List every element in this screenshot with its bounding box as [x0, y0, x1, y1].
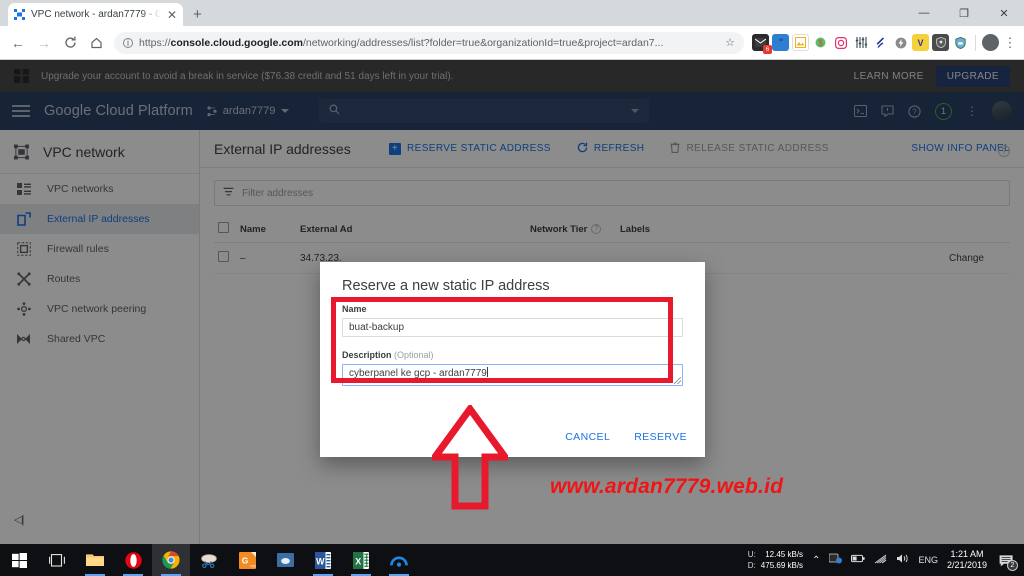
taskbar-icons: GPDF W X [0, 544, 418, 576]
svg-text:X: X [355, 556, 361, 566]
upload-label: U: [747, 550, 756, 559]
browser-window: VPC network - ardan7779 - Goog ✕ + — ❐ ✕… [0, 0, 1024, 544]
text-cursor [486, 367, 488, 377]
svg-text:PDF: PDF [250, 564, 256, 568]
vpn-extension-icon[interactable]: V [912, 34, 929, 51]
browser-profile-avatar[interactable] [982, 34, 999, 51]
upload-value: 12.45 kB/s [765, 550, 804, 559]
dialog-title: Reserve a new static IP address [342, 278, 550, 294]
flash-extension-icon[interactable] [892, 34, 909, 51]
download-label: D: [747, 561, 756, 570]
bookmark-star-icon[interactable]: ☆ [725, 36, 735, 49]
reload-button-icon[interactable] [58, 31, 82, 55]
new-tab-button[interactable]: + [193, 7, 202, 22]
address-bar-url: https://console.cloud.google.com/network… [139, 36, 664, 49]
tab-close-icon[interactable]: ✕ [167, 9, 177, 21]
instagram-extension-icon[interactable] [832, 34, 849, 51]
watermark-text: www.ardan7779.web.id [550, 475, 784, 498]
dialog-body: Name buat-backup Description (Optional) … [320, 304, 705, 386]
ublock-extension-icon[interactable] [952, 34, 969, 51]
microsoft-excel-icon[interactable]: X [342, 544, 380, 576]
browser-tab[interactable]: VPC network - ardan7779 - Goog ✕ [8, 3, 183, 26]
description-input-value: cyberpanel ke gcp - ardan7779 [349, 368, 487, 379]
task-view-icon[interactable] [38, 544, 76, 576]
window-minimize-button[interactable]: — [904, 0, 944, 26]
equalizer-extension-icon[interactable] [852, 34, 869, 51]
pdf-reader-icon[interactable]: GPDF [228, 544, 266, 576]
dialog-actions: CANCEL RESERVE [565, 431, 687, 443]
mail-extension-icon[interactable]: 6 [752, 34, 772, 54]
back-button-icon[interactable]: ← [6, 31, 30, 55]
microsoft-word-icon[interactable]: W [304, 544, 342, 576]
address-bar[interactable]: i https://console.cloud.google.com/netwo… [114, 31, 744, 54]
extension-icons: 6 $ V ⋮ [750, 34, 1018, 54]
tray-expand-chevron-icon[interactable]: ⌃ [812, 555, 820, 566]
name-field-label: Name [342, 304, 367, 314]
snipping-tool-icon[interactable] [190, 544, 228, 576]
start-button-icon[interactable] [0, 544, 38, 576]
forward-button-icon[interactable]: → [32, 31, 56, 55]
download-value: 475.69 kB/s [760, 561, 804, 570]
name-input[interactable]: buat-backup [342, 318, 683, 337]
window-maximize-button[interactable]: ❐ [944, 0, 984, 26]
page-content: Upgrade your account to avoid a break in… [0, 60, 1024, 544]
security-shield-icon[interactable] [829, 553, 843, 568]
tab-title: VPC network - ardan7779 - Goog [31, 9, 161, 20]
check-extension-icon[interactable] [872, 34, 889, 51]
reserve-button[interactable]: RESERVE [634, 431, 687, 443]
svg-text:W: W [316, 556, 325, 566]
google-chrome-icon[interactable] [152, 544, 190, 576]
screen: VPC network - ardan7779 - Goog ✕ + — ❐ ✕… [0, 0, 1024, 576]
volume-icon[interactable] [896, 553, 909, 567]
notification-badge: 2 [1007, 560, 1018, 571]
name-input-value: buat-backup [349, 322, 405, 333]
toolbar-divider [975, 34, 976, 51]
clock-time: 1:21 AM [950, 549, 984, 559]
toolbox-extension-icon[interactable] [772, 34, 789, 51]
svg-text:$: $ [818, 39, 823, 48]
browser-menu-icon[interactable]: ⋮ [1002, 35, 1018, 51]
description-textarea[interactable]: cyberpanel ke gcp - ardan7779 [342, 364, 683, 386]
cancel-button[interactable]: CANCEL [565, 431, 610, 443]
window-close-button[interactable]: ✕ [984, 0, 1024, 26]
reserve-static-ip-dialog: Reserve a new static IP address Name bua… [320, 262, 705, 457]
wifi-icon[interactable] [874, 554, 887, 567]
textarea-resize-handle[interactable] [674, 377, 681, 384]
money-extension-icon[interactable]: $ [812, 34, 829, 51]
description-field-label: Description (Optional) [342, 350, 434, 360]
battery-icon[interactable] [851, 554, 866, 566]
language-indicator[interactable]: ENG [918, 555, 938, 565]
clock-date: 2/21/2019 [946, 560, 987, 570]
tab-strip: VPC network - ardan7779 - Goog ✕ + — ❐ ✕ [0, 0, 1024, 26]
file-explorer-icon[interactable] [76, 544, 114, 576]
network-speed-indicator[interactable]: U: D: 12.45 kB/s 475.69 kB/s [748, 549, 803, 571]
home-button-icon[interactable] [84, 31, 108, 55]
site-info-icon[interactable]: i [123, 37, 133, 48]
mail-app-icon[interactable] [266, 544, 304, 576]
windows-taskbar: GPDF W X U: D: 12.45 kB/ [0, 544, 1024, 576]
opera-browser-icon[interactable] [114, 544, 152, 576]
window-controls: — ❐ ✕ [904, 0, 1024, 26]
action-center-icon[interactable]: 2 [996, 550, 1018, 571]
clock[interactable]: 1:21 AM 2/21/2019 [947, 549, 987, 571]
browser-toolbar: ← → i https://console.cloud.google.com/n… [0, 26, 1024, 60]
image-extension-icon[interactable] [792, 34, 809, 51]
teamviewer-icon[interactable] [380, 544, 418, 576]
svg-text:G: G [241, 555, 248, 565]
vpc-network-favicon-icon [14, 9, 25, 20]
system-tray: U: D: 12.45 kB/s 475.69 kB/s ⌃ ENG 1:21 … [748, 549, 1024, 571]
mail-extension-badge: 6 [763, 45, 772, 54]
shield-extension-icon[interactable] [932, 34, 949, 51]
